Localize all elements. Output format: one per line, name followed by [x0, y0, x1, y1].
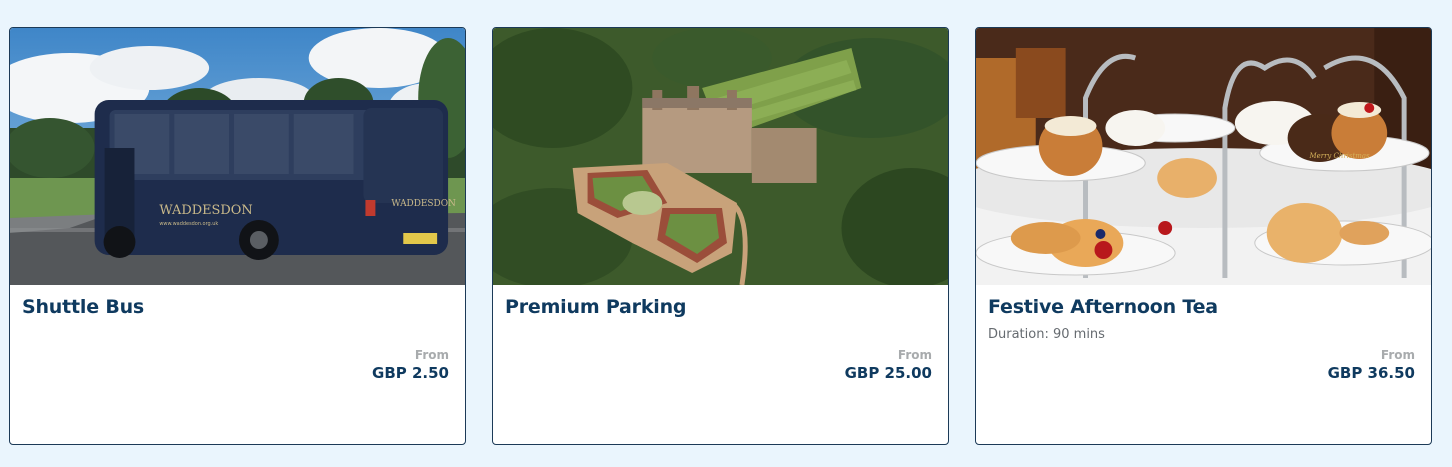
- price-from-label: From: [897, 348, 932, 362]
- bus-livery-text: WADDESDON: [159, 203, 252, 218]
- price-value: GBP 25.00: [844, 364, 932, 382]
- afternoon-tea-image[interactable]: Merry Christmas: [976, 28, 1431, 285]
- product-card-festive-afternoon-tea[interactable]: Merry Christmas Festive Afternoon Tea Du…: [975, 27, 1432, 445]
- price-value: GBP 2.50: [372, 364, 449, 382]
- product-card-premium-parking[interactable]: Premium Parking From GBP 25.00: [492, 27, 949, 445]
- cake-label-text: Merry Christmas: [1309, 152, 1370, 160]
- card-title[interactable]: Shuttle Bus: [22, 296, 144, 318]
- premium-parking-image[interactable]: [493, 28, 948, 285]
- bus-livery-url: www.waddesdon.org.uk: [159, 221, 218, 227]
- bus-rear-text: WADDESDON: [391, 199, 456, 209]
- card-title[interactable]: Premium Parking: [505, 296, 687, 318]
- shuttle-bus-image[interactable]: WADDESDON www.waddesdon.org.uk WADDESDON: [10, 28, 465, 285]
- duration-text: Duration: 90 mins: [988, 327, 1105, 342]
- product-card-shuttle-bus[interactable]: WADDESDON www.waddesdon.org.uk WADDESDON…: [9, 27, 466, 445]
- price-value: GBP 36.50: [1327, 364, 1415, 382]
- price-from-label: From: [1380, 348, 1415, 362]
- price-from-label: From: [414, 348, 449, 362]
- card-title[interactable]: Festive Afternoon Tea: [988, 296, 1218, 318]
